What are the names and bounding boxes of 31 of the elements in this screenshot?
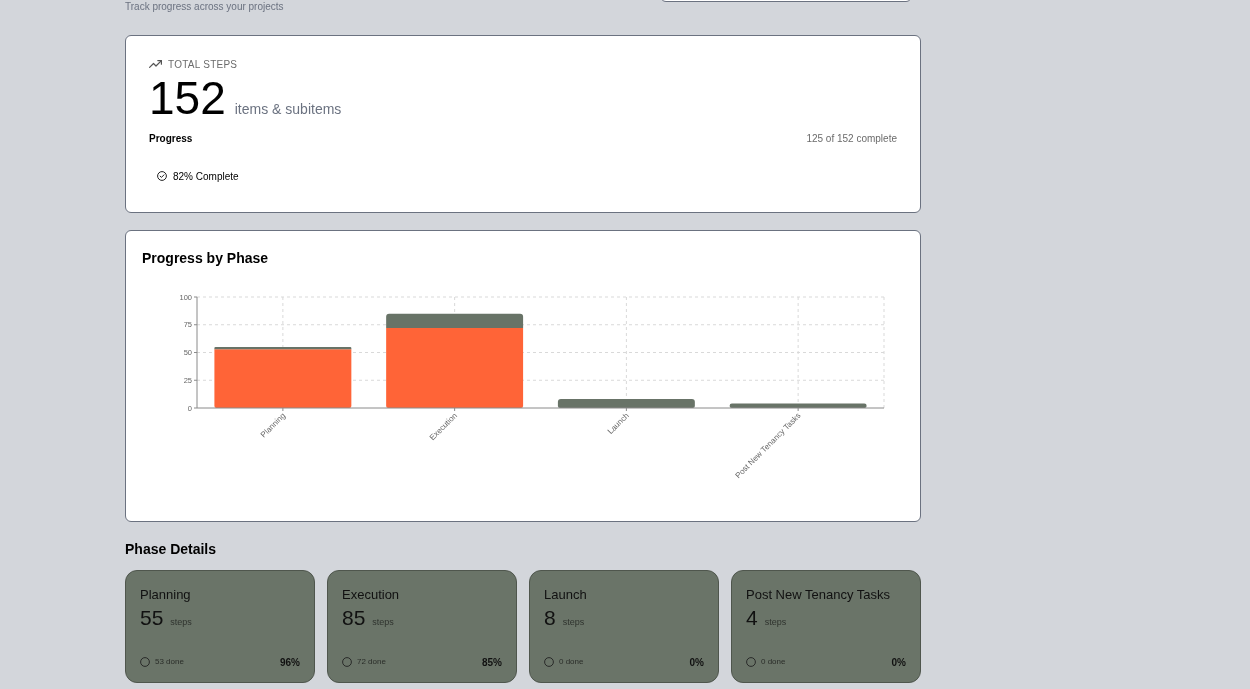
phase-step-count: 85 xyxy=(342,605,366,631)
total-steps-label: TOTAL STEPS xyxy=(168,57,238,72)
check-circle-icon xyxy=(157,171,167,181)
phase-name: Post New Tenancy Tasks xyxy=(746,587,891,603)
total-steps-unit: items & subitems xyxy=(234,100,342,119)
phase-percent: 0% xyxy=(891,655,906,670)
phase-done-count: 53 done xyxy=(155,656,184,668)
chart-title: Progress by Phase xyxy=(142,249,269,268)
phase-name: Launch xyxy=(544,587,587,603)
phase-step-unit: steps xyxy=(562,616,585,629)
phase-name: Planning xyxy=(140,587,191,603)
phase-step-count: 55 xyxy=(140,605,164,631)
phase-percent: 96% xyxy=(280,655,300,670)
phase-step-count: 8 xyxy=(544,605,556,631)
circle-icon xyxy=(140,657,150,667)
phase-step-unit: steps xyxy=(764,616,787,629)
completion-status: 82% Complete xyxy=(173,169,239,184)
phase-percent: 85% xyxy=(482,655,502,670)
circle-icon xyxy=(544,657,554,667)
page-subtitle: Track progress across your projects xyxy=(125,0,284,14)
circle-icon xyxy=(342,657,352,667)
progress-count: 125 of 152 complete xyxy=(806,131,897,146)
phase-step-count: 4 xyxy=(746,605,758,631)
section-title: Phase Details xyxy=(125,540,217,558)
circle-icon xyxy=(746,657,756,667)
trending-up-icon xyxy=(149,60,162,68)
total-steps-value: 152 xyxy=(149,75,226,121)
progress-label: Progress xyxy=(149,131,193,146)
phase-name: Execution xyxy=(342,587,400,603)
phase-done-count: 72 done xyxy=(357,656,386,668)
phase-percent: 0% xyxy=(689,655,704,670)
